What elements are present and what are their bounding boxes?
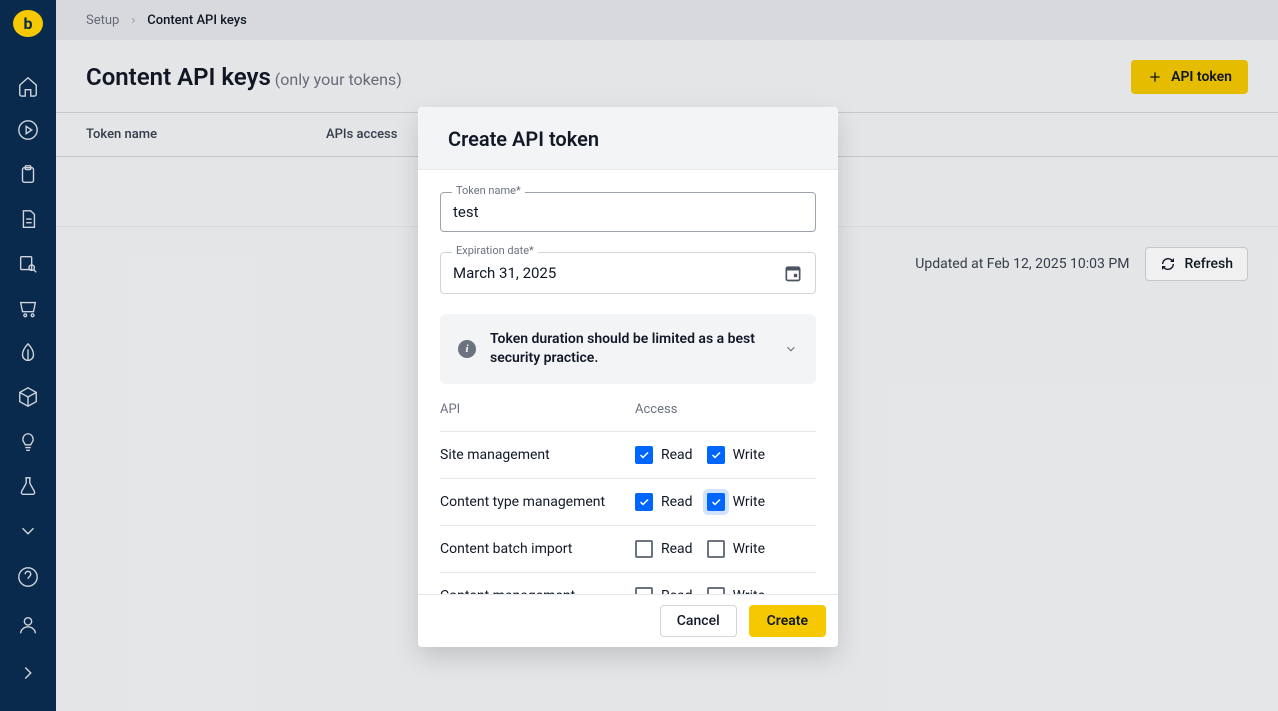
chevron-down-icon[interactable] xyxy=(8,513,48,550)
write-label: Write xyxy=(733,588,765,594)
token-name-field: Token name* xyxy=(440,192,816,232)
checkbox-group-write: Write xyxy=(707,540,765,558)
permission-access-group: Read Write xyxy=(635,446,765,464)
lightbulb-icon[interactable] xyxy=(8,424,48,461)
permission-api-name: Site management xyxy=(440,447,635,463)
expiration-date-value: March 31, 2025 xyxy=(453,264,556,282)
permissions-header: API Access xyxy=(440,398,816,431)
modal-header: Create API token xyxy=(418,107,838,170)
flask-icon[interactable] xyxy=(8,468,48,505)
checkbox-group-read: Read xyxy=(635,493,693,511)
modal-title: Create API token xyxy=(448,127,808,151)
permission-access-group: Read Write xyxy=(635,493,765,511)
token-name-input[interactable] xyxy=(440,192,816,232)
permission-row: Content type management Read Write xyxy=(440,478,816,525)
logo[interactable]: b xyxy=(13,10,43,37)
clipboard-icon[interactable] xyxy=(8,156,48,193)
help-icon[interactable] xyxy=(8,557,48,597)
permission-row: Content management Read Write xyxy=(440,572,816,594)
search-list-icon[interactable] xyxy=(8,245,48,282)
read-label: Read xyxy=(661,494,693,510)
home-icon[interactable] xyxy=(8,67,48,104)
modal-footer: Cancel Create xyxy=(418,594,838,647)
write-checkbox[interactable] xyxy=(707,540,725,558)
sidebar: b xyxy=(0,0,56,711)
read-label: Read xyxy=(661,447,693,463)
read-checkbox[interactable] xyxy=(635,446,653,464)
document-icon[interactable] xyxy=(8,201,48,238)
expiration-date-label: Expiration date* xyxy=(452,244,538,257)
permissions-list: Site managementReadWriteContent type man… xyxy=(440,431,816,594)
ph-access: Access xyxy=(635,402,677,417)
calendar-icon[interactable] xyxy=(783,263,803,283)
info-text: Token duration should be limited as a be… xyxy=(490,330,772,368)
info-icon: i xyxy=(458,340,476,358)
permission-row: Content batch import Read Write xyxy=(440,525,816,572)
leaf-icon[interactable] xyxy=(8,334,48,371)
cart-icon[interactable] xyxy=(8,290,48,327)
read-label: Read xyxy=(661,588,693,594)
info-callout[interactable]: i Token duration should be limited as a … xyxy=(440,314,816,384)
write-checkbox[interactable] xyxy=(707,493,725,511)
expand-icon[interactable] xyxy=(8,653,48,693)
checkbox-group-read: Read xyxy=(635,587,693,594)
write-checkbox[interactable] xyxy=(707,587,725,594)
permission-access-group: Read Write xyxy=(635,587,765,594)
ph-api: API xyxy=(440,402,635,417)
create-api-token-modal: Create API token Token name* Expiration … xyxy=(418,107,838,647)
cube-icon[interactable] xyxy=(8,379,48,416)
play-icon[interactable] xyxy=(8,112,48,149)
checkbox-group-write: Write xyxy=(707,587,765,594)
write-label: Write xyxy=(733,541,765,557)
read-checkbox[interactable] xyxy=(635,587,653,594)
read-label: Read xyxy=(661,541,693,557)
read-checkbox[interactable] xyxy=(635,540,653,558)
expiration-date-field: Expiration date* March 31, 2025 xyxy=(440,252,816,294)
user-icon[interactable] xyxy=(8,605,48,645)
checkbox-group-read: Read xyxy=(635,540,693,558)
permission-row: Site management Read Write xyxy=(440,431,816,478)
cancel-button[interactable]: Cancel xyxy=(660,605,737,637)
checkbox-group-write: Write xyxy=(707,493,765,511)
permission-api-name: Content batch import xyxy=(440,541,635,557)
write-label: Write xyxy=(733,447,765,463)
permission-access-group: Read Write xyxy=(635,540,765,558)
token-name-label: Token name* xyxy=(452,184,525,197)
read-checkbox[interactable] xyxy=(635,493,653,511)
create-button[interactable]: Create xyxy=(749,605,826,637)
write-label: Write xyxy=(733,494,765,510)
checkbox-group-write: Write xyxy=(707,446,765,464)
modal-body: Token name* Expiration date* March 31, 2… xyxy=(418,170,838,594)
permission-api-name: Content management xyxy=(440,588,635,594)
chevron-down-icon[interactable] xyxy=(784,340,798,358)
write-checkbox[interactable] xyxy=(707,446,725,464)
expiration-date-input[interactable]: March 31, 2025 xyxy=(440,252,816,294)
checkbox-group-read: Read xyxy=(635,446,693,464)
permission-api-name: Content type management xyxy=(440,494,635,510)
